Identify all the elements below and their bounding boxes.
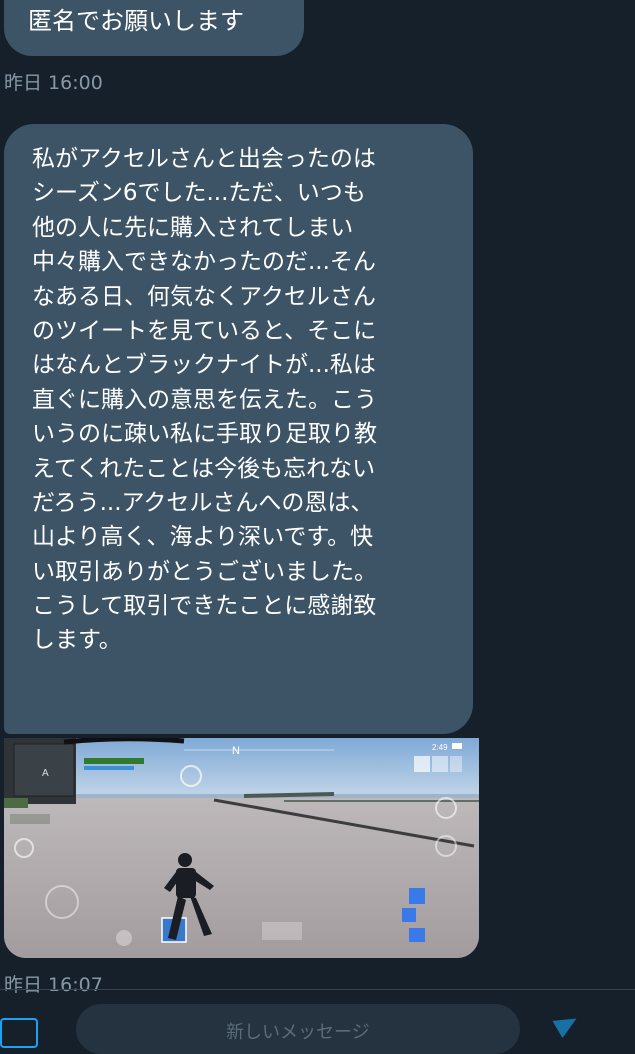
compass-letter: N: [232, 745, 240, 757]
message-line: のツイートを見ていると、そこに: [32, 317, 377, 344]
message-timestamp: 昨日 16:07: [4, 974, 103, 996]
message-line: えてくれたことは今後も忘れない: [32, 455, 376, 482]
composer-divider: [0, 989, 635, 990]
message-line: 私がアクセルさんと出会ったのは: [32, 146, 376, 172]
game-screenshot-art: A N 2:49: [4, 738, 479, 958]
game-screenshot-image[interactable]: A N 2:49: [4, 738, 479, 958]
message-line: こうして取引できたことに感謝致: [32, 593, 377, 620]
message-line: 直ぐに購入の意思を伝えた。こう: [32, 386, 377, 413]
message-bubble[interactable]: 匿名でお願いします: [4, 0, 304, 56]
media-icon[interactable]: [0, 1018, 38, 1048]
clock-readout: 2:49: [432, 743, 448, 752]
message-text: 匿名でお願いします: [28, 7, 244, 35]
message-timestamp: 昨日 16:00: [4, 72, 103, 94]
message-line: します。: [32, 627, 122, 654]
message-line: はなんとブラックナイトが...私は: [32, 352, 376, 379]
send-icon[interactable]: [552, 1009, 582, 1039]
message-input-placeholder: 新しいメッセージ: [226, 1022, 370, 1043]
message-line: いうのに疎い私に手取り足取り教: [32, 421, 377, 448]
message-line: 中々購入できなかったのだ...そん: [32, 249, 376, 276]
message-line: 他の人に先に購入されてしまい: [32, 214, 354, 241]
message-line: い取引ありがとうございました。: [32, 558, 377, 585]
message-bubble[interactable]: 私がアクセルさんと出会ったのは シーズン6でした...ただ、いつも 他の人に先に…: [4, 124, 473, 734]
message-line: だろう...アクセルさんへの恩は、: [32, 489, 374, 516]
minimap-marker: A: [42, 768, 49, 779]
message-line: なある日、何気なくアクセルさん: [32, 283, 376, 310]
message-line: 山より高く、海より深いです。快: [32, 524, 374, 551]
message-input[interactable]: 新しいメッセージ: [76, 1004, 520, 1054]
message-line: シーズン6でした...ただ、いつも: [32, 180, 366, 207]
